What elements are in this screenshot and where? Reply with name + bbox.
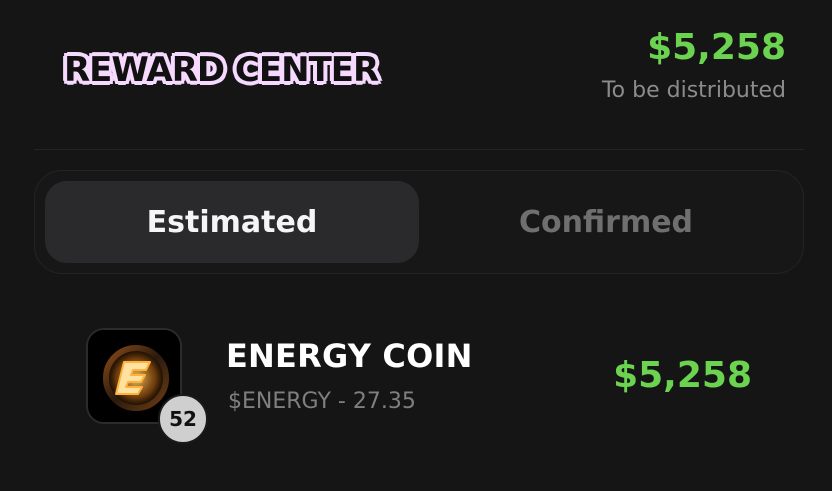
reward-status-tabs: Estimated Confirmed: [34, 170, 804, 274]
tab-confirmed[interactable]: Confirmed: [419, 181, 793, 263]
coin-ticker-and-price: $ENERGY - 27.35: [228, 389, 416, 414]
distribution-summary: $5,258 To be distributed: [602, 26, 786, 104]
header-divider: [34, 149, 804, 150]
tab-confirmed-label: Confirmed: [518, 204, 694, 240]
tab-estimated-label: Estimated: [146, 204, 318, 240]
coin-row-energy[interactable]: 52 ENERGY COIN $ENERGY - 27.35 $5,258: [86, 328, 752, 444]
tab-estimated[interactable]: Estimated: [45, 181, 419, 263]
coin-count-badge: 52: [158, 394, 208, 444]
coin-count: 52: [169, 407, 197, 431]
page-title-container: REWARD CENTER: [64, 42, 379, 98]
coin-reward-amount: $5,258: [613, 355, 752, 396]
total-reward-amount: $5,258: [647, 27, 786, 68]
total-reward-caption: To be distributed: [601, 78, 786, 103]
reward-center-page: REWARD CENTER $5,258 To be distributed E…: [0, 0, 832, 491]
coin-name: ENERGY COIN: [226, 337, 473, 375]
page-title: REWARD CENTER: [64, 50, 379, 90]
